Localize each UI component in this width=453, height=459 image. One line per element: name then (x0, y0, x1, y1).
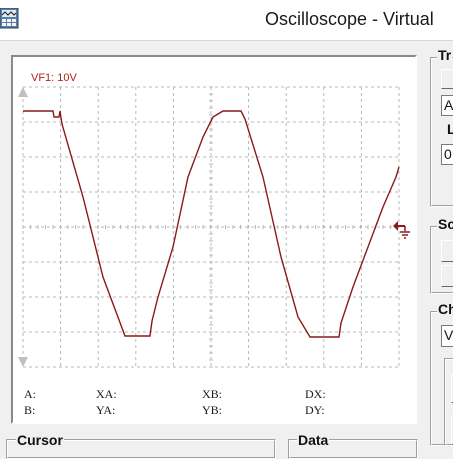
scale-down-button[interactable] (441, 265, 453, 287)
readout-b: B: (24, 403, 36, 417)
trigger-level-input[interactable]: 0 (441, 144, 453, 165)
title-divider (0, 40, 453, 41)
scope-screen[interactable]: VF1: 10V (13, 57, 415, 422)
readout-yb: YB: (202, 403, 223, 417)
channel-group-label: Ch (437, 301, 453, 317)
window-title: Oscilloscope - Virtual (265, 9, 434, 29)
trigger-group-label: Tr (437, 47, 453, 63)
readout-xb: XB: (202, 387, 223, 401)
readout-dx: DX: (305, 387, 326, 401)
scale-up-button[interactable] (441, 240, 453, 262)
readout-dy: DY: (305, 403, 325, 417)
trigger-mode-select[interactable]: A (441, 95, 453, 116)
channel-select[interactable]: V (441, 325, 453, 347)
readout-ya: YA: (96, 403, 116, 417)
readout-a: A: (24, 387, 36, 401)
ground-marker-icon[interactable] (393, 221, 411, 246)
scale-group-label: Sc (437, 216, 453, 232)
trigger-checkbox[interactable] (441, 69, 453, 89)
trigger-level-label: L (446, 121, 453, 137)
oscilloscope-app-icon[interactable] (0, 7, 20, 30)
readout-xa: XA: (96, 387, 117, 401)
channel-label: VF1: 10V (31, 72, 78, 84)
